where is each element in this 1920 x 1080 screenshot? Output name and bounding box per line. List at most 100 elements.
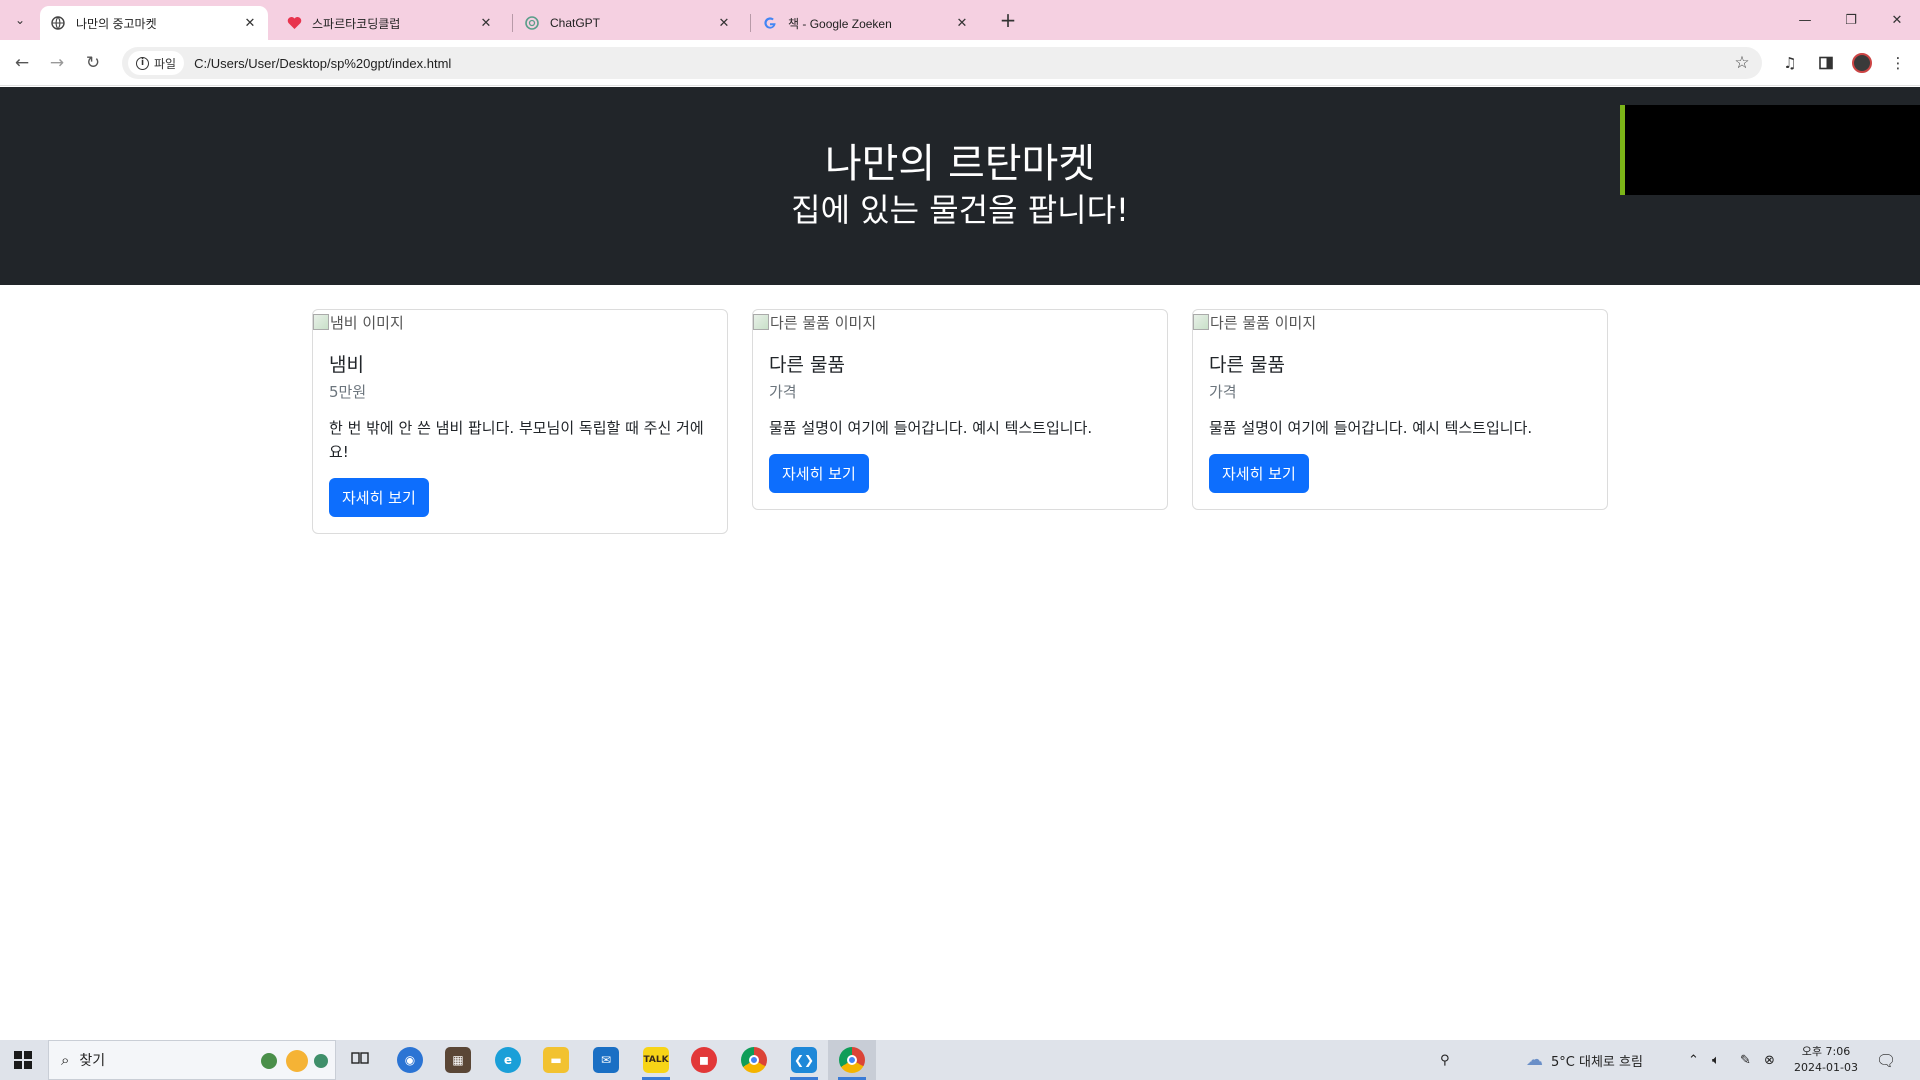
profile-avatar[interactable] <box>1850 51 1874 75</box>
card-price: 5만원 <box>329 383 367 401</box>
tab-google[interactable]: 책 - Google Zoeken ✕ <box>752 6 980 40</box>
close-icon[interactable]: ✕ <box>952 13 972 33</box>
network-icon[interactable]: ⊗ <box>1764 1040 1775 1080</box>
side-panel-icon[interactable] <box>1814 51 1838 75</box>
site-chip-label: 파일 <box>154 56 177 71</box>
product-image-broken: 다른 물품 이미지 <box>753 310 1167 334</box>
reload-icon: ↻ <box>85 53 101 73</box>
windows-logo-icon <box>14 1051 32 1069</box>
close-icon: ✕ <box>1891 12 1903 28</box>
details-button[interactable]: 자세히 보기 <box>329 478 429 517</box>
browser-toolbar: ← → ↻ i 파일 C:/Users/User/Desktop/sp%20gp… <box>0 40 1920 86</box>
info-icon: i <box>136 56 149 70</box>
card-price: 가격 <box>769 383 797 401</box>
taskbar-app-vscode[interactable]: ❮❯ <box>780 1040 828 1080</box>
kakaotalk-icon: TALK <box>643 1047 669 1073</box>
arrow-left-icon: ← <box>14 53 30 73</box>
tab-title: 나만의 중고마켓 <box>76 16 157 31</box>
task-view-button[interactable] <box>336 1040 384 1080</box>
restore-button[interactable]: ❐ <box>1828 0 1874 40</box>
taskbar-app-minecraft[interactable]: ▦ <box>434 1040 482 1080</box>
taskbar-clock[interactable]: 오후 7:06 2024-01-03 <box>1786 1044 1866 1076</box>
minimize-icon: — <box>1798 12 1812 28</box>
media-control-icon[interactable]: ♫ <box>1778 51 1802 75</box>
weather-widget[interactable]: ☁ 5°C 대체로 흐림 <box>1526 1040 1643 1080</box>
volume-icon[interactable]: 🔈︎ <box>1712 1040 1720 1080</box>
app-globe-icon: ◉ <box>397 1047 423 1073</box>
forward-button[interactable]: → <box>43 49 71 77</box>
url-text[interactable]: C:/Users/User/Desktop/sp%20gpt/index.htm… <box>194 56 1728 71</box>
card-title: 다른 물품 <box>769 354 845 376</box>
tab-search-button[interactable]: ⌄ <box>8 8 32 32</box>
card-description: 물품 설명이 여기에 들어갑니다. 예시 텍스트입니다. <box>769 419 1093 437</box>
tab-separator <box>750 14 751 32</box>
address-bar[interactable]: i 파일 C:/Users/User/Desktop/sp%20gpt/inde… <box>122 47 1762 79</box>
product-card: 다른 물품 이미지 다른 물품 가격 물품 설명이 여기에 들어갑니다. 예시 … <box>752 309 1168 510</box>
chrome-icon <box>741 1047 767 1073</box>
windows-taskbar: ⌕ 찾기 ◉ ▦ e ▬ ✉ TALK ◼ ❮❯ ⚲ ☁ 5°C 대체로 흐림 … <box>0 1040 1920 1080</box>
card-price: 가격 <box>1209 383 1237 401</box>
sparta-heart-icon <box>286 15 302 31</box>
restore-icon: ❐ <box>1845 12 1857 28</box>
image-alt-text: 냄비 이미지 <box>330 313 404 332</box>
search-icon: ⌕ <box>61 1051 70 1069</box>
plus-icon: + <box>999 8 1017 32</box>
search-highlight-illustration <box>257 1049 329 1073</box>
product-card: 냄비 이미지 냄비 5만원 한 번 밖에 안 쓴 냄비 팝니다. 부모님이 독립… <box>312 309 728 534</box>
tab-sparta[interactable]: 스파르타코딩클럽 ✕ <box>276 6 504 40</box>
minimize-button[interactable]: — <box>1782 0 1828 40</box>
tab-junggo-market[interactable]: 나만의 중고마켓 ✕ <box>40 6 268 40</box>
card-title: 냄비 <box>329 354 364 376</box>
taskbar-app-mail[interactable]: ✉ <box>582 1040 630 1080</box>
taskbar-app-edge[interactable]: e <box>484 1040 532 1080</box>
taskbar-search-box[interactable]: ⌕ 찾기 <box>48 1040 336 1080</box>
details-button[interactable]: 자세히 보기 <box>769 454 869 493</box>
card-description: 한 번 밖에 안 쓴 냄비 팝니다. 부모님이 독립할 때 주신 거에요! <box>329 419 704 461</box>
minecraft-icon: ▦ <box>445 1047 471 1073</box>
tab-title: ChatGPT <box>550 16 601 30</box>
clock-time: 오후 7:06 <box>1801 1045 1851 1058</box>
people-icon[interactable]: ⚲ <box>1440 1040 1450 1080</box>
hero-banner: 나만의 르탄마켓 집에 있는 물건을 팝니다! <box>0 87 1920 285</box>
tab-separator <box>512 14 513 32</box>
taskbar-app-explorer[interactable]: ▬ <box>532 1040 580 1080</box>
taskbar-app-chrome-profile[interactable] <box>828 1040 876 1080</box>
taskbar-app-kakaotalk[interactable]: TALK <box>632 1040 680 1080</box>
close-window-button[interactable]: ✕ <box>1874 0 1920 40</box>
folder-icon: ▬ <box>543 1047 569 1073</box>
taskbar-app-meet[interactable]: ◉ <box>386 1040 434 1080</box>
broken-image-icon <box>753 314 769 330</box>
chrome-profile-icon <box>839 1047 865 1073</box>
card-title: 다른 물품 <box>1209 354 1285 376</box>
menu-kebab-icon[interactable]: ⋮ <box>1886 51 1910 75</box>
start-button[interactable] <box>0 1040 46 1080</box>
close-icon[interactable]: ✕ <box>240 13 260 33</box>
weather-text: 5°C 대체로 흐림 <box>1551 1054 1643 1070</box>
details-button[interactable]: 자세히 보기 <box>1209 454 1309 493</box>
taskbar-app-chrome[interactable] <box>730 1040 778 1080</box>
notification-icon[interactable]: 🗨︎ <box>1876 1040 1896 1080</box>
tab-chatgpt[interactable]: ChatGPT ✕ <box>514 6 742 40</box>
chevron-up-icon[interactable]: ⌃ <box>1688 1040 1699 1080</box>
close-icon[interactable]: ✕ <box>476 13 496 33</box>
close-icon[interactable]: ✕ <box>714 13 734 33</box>
red-app-icon: ◼ <box>691 1047 717 1073</box>
back-button[interactable]: ← <box>8 49 36 77</box>
edge-icon: e <box>495 1047 521 1073</box>
site-info-chip[interactable]: i 파일 <box>128 51 185 75</box>
search-placeholder: 찾기 <box>79 1053 106 1069</box>
product-card: 다른 물품 이미지 다른 물품 가격 물품 설명이 여기에 들어갑니다. 예시 … <box>1192 309 1608 510</box>
task-view-icon <box>351 1050 369 1070</box>
tab-strip: ⌄ 나만의 중고마켓 ✕ 스파르타코딩클럽 ✕ ChatGPT ✕ 책 - Go… <box>0 0 1920 40</box>
pen-icon[interactable]: ✎ <box>1740 1040 1751 1080</box>
bookmark-star-icon[interactable]: ☆ <box>1728 53 1756 73</box>
card-description: 물품 설명이 여기에 들어갑니다. 예시 텍스트입니다. <box>1209 419 1533 437</box>
page-viewport: 나만의 르탄마켓 집에 있는 물건을 팝니다! 냄비 이미지 냄비 5만원 한 … <box>0 87 1920 1038</box>
product-image-broken: 다른 물품 이미지 <box>1193 310 1607 334</box>
reload-button[interactable]: ↻ <box>79 49 107 77</box>
tab-title: 스파르타코딩클럽 <box>312 16 401 31</box>
globe-icon <box>50 15 66 31</box>
vscode-icon: ❮❯ <box>791 1047 817 1073</box>
taskbar-app-red[interactable]: ◼ <box>680 1040 728 1080</box>
new-tab-button[interactable]: + <box>996 8 1020 32</box>
